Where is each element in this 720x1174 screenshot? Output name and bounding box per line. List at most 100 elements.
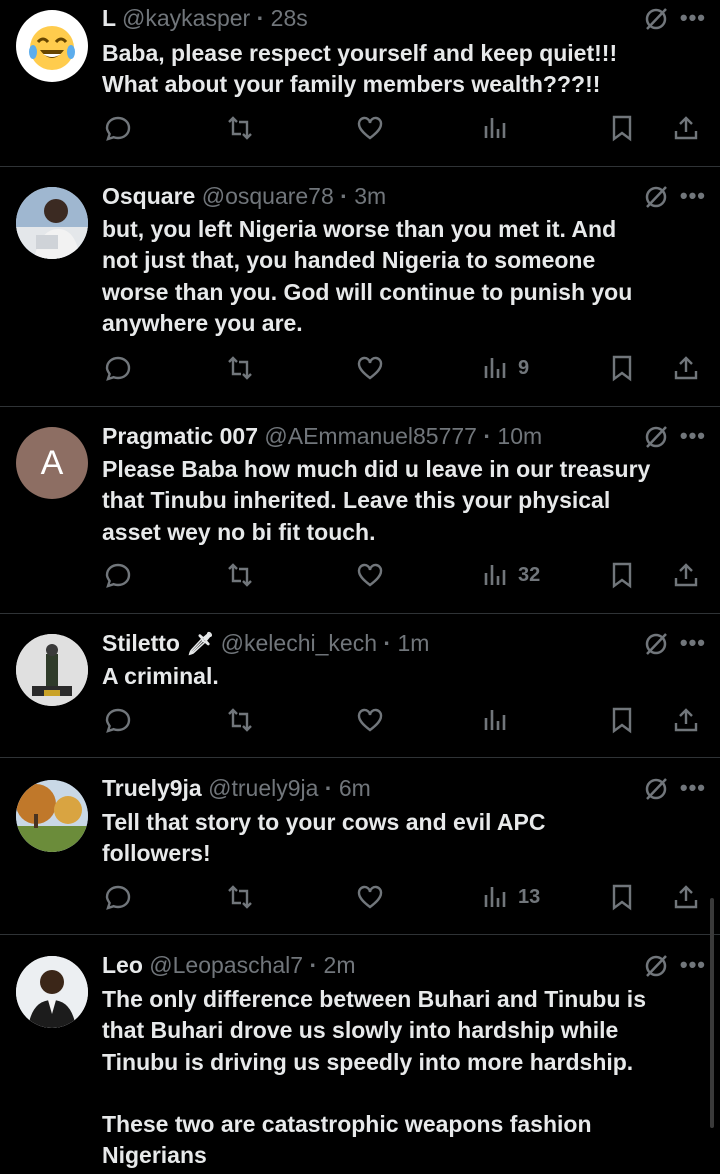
bookmark-button[interactable] xyxy=(608,112,636,144)
like-button[interactable] xyxy=(356,559,384,591)
post-text: but, you left Nigeria worse than you met… xyxy=(102,216,633,336)
views-button[interactable] xyxy=(482,704,518,736)
more-options-icon[interactable]: ••• xyxy=(680,185,706,207)
post-time[interactable]: 1m xyxy=(397,630,429,656)
avatar[interactable] xyxy=(16,956,88,1028)
bookmark-icon xyxy=(612,707,632,734)
views-count: 9 xyxy=(518,356,530,379)
post-time[interactable]: 3m xyxy=(354,183,386,209)
views-button[interactable]: 32 xyxy=(482,559,540,591)
bookmark-icon xyxy=(612,884,632,911)
share-icon xyxy=(674,708,698,732)
share-button[interactable] xyxy=(672,881,700,913)
post-text: Please Baba how much did u leave in our … xyxy=(102,456,651,545)
post[interactable]: Osquare @osquare78 · 3m ••• but, you lef… xyxy=(0,167,720,407)
reply-icon xyxy=(105,885,131,910)
bookmark-icon xyxy=(612,355,632,382)
post[interactable]: L @kaykasper · 28s ••• Baba, please resp… xyxy=(0,0,720,167)
author-handle[interactable]: @kelechi_kech xyxy=(221,630,377,656)
views-button[interactable]: 13 xyxy=(482,881,540,913)
grok-icon[interactable] xyxy=(642,423,670,451)
avatar[interactable] xyxy=(16,10,88,82)
post-time[interactable]: 10m xyxy=(497,423,542,449)
more-options-icon[interactable]: ••• xyxy=(680,954,706,976)
share-button[interactable] xyxy=(672,352,700,384)
bar-chart-icon xyxy=(484,565,506,585)
author-name[interactable]: Leo xyxy=(102,952,143,978)
repost-button[interactable] xyxy=(226,704,254,736)
repost-button[interactable] xyxy=(226,112,254,144)
scrollbar[interactable] xyxy=(710,898,714,1128)
reply-button[interactable] xyxy=(104,112,132,144)
separator-dot: · xyxy=(303,952,324,978)
views-count: 13 xyxy=(518,885,541,908)
reply-icon xyxy=(105,563,131,588)
author-name[interactable]: Pragmatic 007 xyxy=(102,423,258,449)
author-handle[interactable]: @truely9ja xyxy=(208,775,318,801)
author-handle[interactable]: @kaykasper xyxy=(122,5,250,31)
post-time[interactable]: 6m xyxy=(339,775,371,801)
post[interactable]: Leo @Leopaschal7 · 2m ••• The only diffe… xyxy=(0,935,720,1174)
author-name[interactable]: Truely9ja xyxy=(102,775,202,801)
share-icon xyxy=(674,116,698,140)
separator-dot: · xyxy=(333,183,355,209)
reply-button[interactable] xyxy=(104,559,132,591)
separator-dot: · xyxy=(377,630,398,656)
author-name[interactable]: Osquare xyxy=(102,183,195,209)
bar-chart-icon xyxy=(484,118,506,138)
author-handle[interactable]: @Leopaschal7 xyxy=(149,952,303,978)
avatar-initial: A xyxy=(40,443,64,482)
grok-icon[interactable] xyxy=(642,183,670,211)
bookmark-button[interactable] xyxy=(608,881,636,913)
author-name[interactable]: L xyxy=(102,5,116,31)
bar-chart-icon xyxy=(484,710,506,730)
like-button[interactable] xyxy=(356,112,384,144)
reply-button[interactable] xyxy=(104,704,132,736)
post-time[interactable]: 2m xyxy=(324,952,356,978)
grok-icon[interactable] xyxy=(642,630,670,658)
grok-icon[interactable] xyxy=(642,775,670,803)
share-button[interactable] xyxy=(672,112,700,144)
avatar[interactable]: A xyxy=(16,427,88,499)
like-button[interactable] xyxy=(356,704,384,736)
repost-icon xyxy=(228,563,252,587)
more-options-icon[interactable]: ••• xyxy=(680,425,706,447)
post-text: A criminal. xyxy=(102,663,219,689)
like-button[interactable] xyxy=(356,352,384,384)
grok-icon[interactable] xyxy=(642,952,670,980)
share-button[interactable] xyxy=(672,559,700,591)
reply-button[interactable] xyxy=(104,352,132,384)
repost-button[interactable] xyxy=(226,881,254,913)
bookmark-button[interactable] xyxy=(608,352,636,384)
author-handle[interactable]: @osquare78 xyxy=(202,183,334,209)
heart-icon xyxy=(357,708,383,732)
repost-button[interactable] xyxy=(226,559,254,591)
avatar[interactable] xyxy=(16,780,88,852)
more-options-icon[interactable]: ••• xyxy=(680,632,706,654)
post-text: The only difference between Buhari and T… xyxy=(102,986,646,1169)
avatar[interactable] xyxy=(16,187,88,259)
bookmark-button[interactable] xyxy=(608,559,636,591)
reply-button[interactable] xyxy=(104,881,132,913)
post[interactable]: A Pragmatic 007 @AEmmanuel85777 · 10m ••… xyxy=(0,407,720,614)
more-options-icon[interactable]: ••• xyxy=(680,7,706,29)
views-button[interactable]: 9 xyxy=(482,352,529,384)
heart-icon xyxy=(357,116,383,140)
post[interactable]: Stiletto 🗡 @kelechi_kech · 1m ••• A crim… xyxy=(0,614,720,758)
author-name[interactable]: Stiletto xyxy=(102,630,180,656)
like-button[interactable] xyxy=(356,881,384,913)
views-button[interactable] xyxy=(482,112,518,144)
separator-dot: · xyxy=(318,775,339,801)
more-options-icon[interactable]: ••• xyxy=(680,777,706,799)
avatar[interactable] xyxy=(16,634,88,706)
repost-icon xyxy=(228,356,252,380)
share-icon xyxy=(674,885,698,909)
author-handle[interactable]: @AEmmanuel85777 xyxy=(264,423,477,449)
grok-icon[interactable] xyxy=(642,5,670,33)
bookmark-button[interactable] xyxy=(608,704,636,736)
post-time[interactable]: 28s xyxy=(271,5,308,31)
repost-button[interactable] xyxy=(226,352,254,384)
post[interactable]: Truely9ja @truely9ja · 6m ••• Tell that … xyxy=(0,758,720,935)
separator-dot: · xyxy=(250,5,271,31)
share-button[interactable] xyxy=(672,704,700,736)
